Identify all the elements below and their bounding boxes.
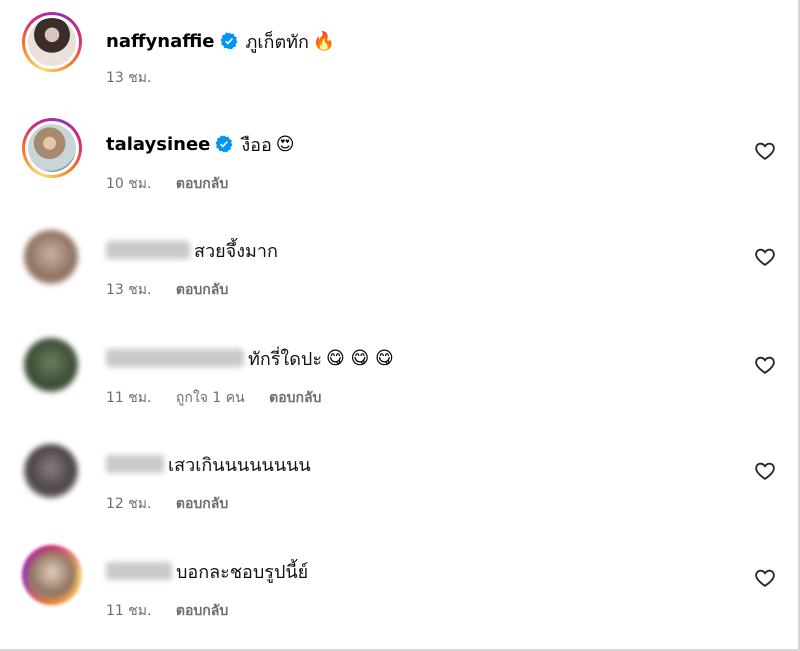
comment-item: talaysinee งืออ 😍 10 ชม. ตอบกลับ <box>0 118 800 218</box>
username[interactable]: naffynaffie <box>106 31 215 52</box>
fire-emoji: 🔥 <box>312 30 336 52</box>
heart-icon[interactable] <box>754 354 776 376</box>
heart-icon[interactable] <box>754 567 776 589</box>
reply-button[interactable]: ตอบกลับ <box>176 282 228 298</box>
heart-icon[interactable] <box>754 460 776 482</box>
comment-item: เสวเกินนนนนนนน 12 ชม. ตอบกลับ <box>0 438 800 538</box>
story-ring <box>22 12 82 72</box>
username-hidden[interactable] <box>106 349 244 367</box>
comment-time: 11 ชม. <box>106 390 152 406</box>
yum-emoji: 😋 😋 😋 <box>326 347 394 369</box>
comment-item: บอกละชอบรูปนี้ย์ 11 ชม. ตอบกลับ <box>0 545 800 645</box>
comment-time: 13 ชม. <box>106 70 152 86</box>
avatar[interactable] <box>27 550 77 600</box>
avatar[interactable] <box>24 444 78 498</box>
comment-time: 10 ชม. <box>106 176 152 192</box>
username-hidden[interactable] <box>106 455 164 473</box>
avatar-image <box>28 18 76 66</box>
avatar[interactable] <box>24 338 78 392</box>
comment-text: บอกละชอบรูปนี้ย์ <box>176 561 309 583</box>
heart-icon[interactable] <box>754 140 776 162</box>
like-count[interactable]: ถูกใจ 1 คน <box>176 390 245 406</box>
avatar[interactable] <box>22 12 82 72</box>
comment-text: เสวเกินนนนนนนน <box>168 454 311 476</box>
comment-text: งืออ <box>241 134 272 156</box>
verified-badge-icon <box>220 32 237 50</box>
reply-button[interactable]: ตอบกลับ <box>269 390 321 406</box>
reply-button[interactable]: ตอบกลับ <box>176 496 228 512</box>
avatar[interactable] <box>22 118 82 178</box>
comment-text: ภูเก็ตทัก <box>245 31 309 53</box>
reply-button[interactable]: ตอบกลับ <box>176 176 228 192</box>
username-hidden[interactable] <box>106 241 190 259</box>
verified-badge-icon <box>215 135 233 153</box>
comment-item: naffynaffie ภูเก็ตทัก 🔥 13 ชม. <box>0 12 800 112</box>
heart-eyes-emoji: 😍 <box>275 133 295 155</box>
heart-icon[interactable] <box>754 246 776 268</box>
comment-item: สวยจึ้งมาก 13 ชม. ตอบกลับ <box>0 224 800 324</box>
comment-item: ทักรี่ใดปะ 😋 😋 😋 11 ชม. ถูกใจ 1 คน ตอบกล… <box>0 332 800 432</box>
comment-time: 13 ชม. <box>106 282 152 298</box>
avatar[interactable] <box>24 230 78 284</box>
comment-time: 12 ชม. <box>106 496 152 512</box>
comment-time: 11 ชม. <box>106 603 152 619</box>
comment-text: ทักรี่ใดปะ <box>248 348 323 370</box>
username-hidden[interactable] <box>106 562 172 580</box>
username[interactable]: talaysinee <box>106 134 210 155</box>
story-ring <box>22 118 82 178</box>
comment-text: สวยจึ้งมาก <box>194 240 278 262</box>
reply-button[interactable]: ตอบกลับ <box>176 603 228 619</box>
avatar-image <box>28 124 76 172</box>
